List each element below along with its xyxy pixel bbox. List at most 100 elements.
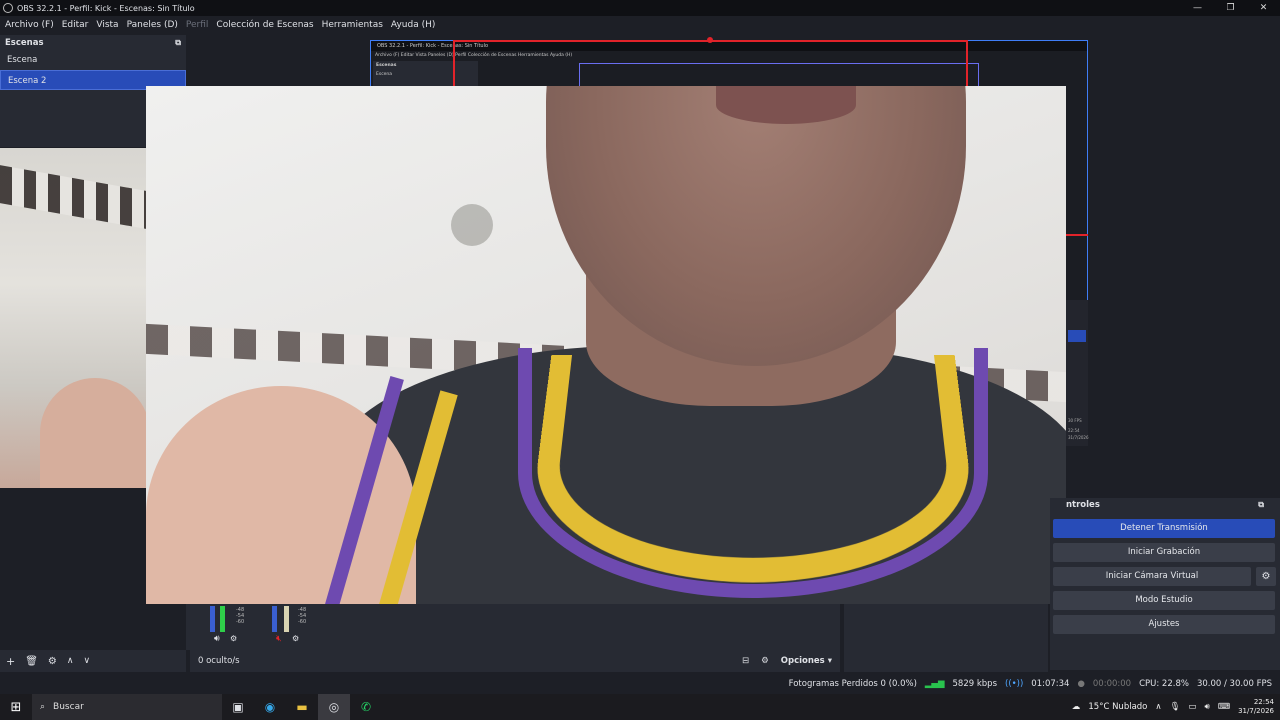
menu-perfil[interactable]: Perfil bbox=[186, 20, 209, 30]
studio-mode-button[interactable]: Modo Estudio bbox=[1053, 591, 1275, 610]
menu-bar: Archivo (F) Editar Vista Paneles (D) Per… bbox=[0, 16, 1280, 33]
controls-title: ntroles bbox=[1066, 500, 1100, 510]
start-recording-button[interactable]: Iniciar Grabación bbox=[1053, 543, 1275, 562]
move-up-icon[interactable]: ∧ bbox=[67, 656, 74, 666]
keyboard-icon[interactable]: ⌨ bbox=[1218, 702, 1230, 712]
transitions-panel bbox=[844, 604, 1048, 672]
minimize-button[interactable]: — bbox=[1181, 0, 1214, 16]
menu-ayuda[interactable]: Ayuda (H) bbox=[391, 20, 435, 30]
volume-meter-2b bbox=[284, 606, 289, 632]
maximize-button[interactable]: ❐ bbox=[1214, 0, 1247, 16]
mixer-toolbar: 0 oculto/s ⊟ ⚙ Opciones ▾ bbox=[190, 650, 840, 672]
nested-scene-item: Escena bbox=[376, 72, 393, 77]
file-explorer-icon[interactable]: ▬ bbox=[286, 694, 318, 720]
menu-paneles[interactable]: Paneles (D) bbox=[127, 20, 178, 30]
live-icon: ((•)) bbox=[1005, 679, 1024, 689]
dropped-frames: Fotogramas Perdidos 0 (0.0%) bbox=[788, 679, 917, 689]
bounding-box-right bbox=[966, 40, 968, 86]
taskbar: ⊞ ⌕ Buscar ▣ ◉ ▬ ◎ ✆ ☁ 15°C Nublado ∧ 🎙︎… bbox=[0, 694, 1280, 720]
cpu-usage: CPU: 22.8% bbox=[1139, 679, 1189, 689]
add-scene-icon[interactable]: + bbox=[6, 655, 15, 668]
wall-fixture bbox=[451, 204, 493, 246]
menu-archivo[interactable]: Archivo (F) bbox=[5, 20, 54, 30]
options-label: Opciones bbox=[780, 656, 825, 666]
start-virtual-camera-button[interactable]: Iniciar Cámara Virtual bbox=[1053, 567, 1251, 586]
chevron-down-icon: ▾ bbox=[827, 656, 832, 666]
move-down-icon[interactable]: ∨ bbox=[83, 656, 90, 666]
mixer-settings-icon-2[interactable]: ⚙ bbox=[292, 634, 299, 643]
menu-coleccion-escenas[interactable]: Colección de Escenas bbox=[216, 20, 313, 30]
advanced-audio-icon[interactable]: ⚙ bbox=[761, 656, 769, 666]
tray-chevron-icon[interactable]: ∧ bbox=[1155, 702, 1161, 712]
nested-clock-time: 22:54 bbox=[1068, 428, 1080, 433]
windows-start-icon[interactable]: ⊞ bbox=[0, 700, 32, 715]
clock-date: 31/7/2026 bbox=[1238, 707, 1274, 715]
microphone-icon[interactable]: 🎙︎ bbox=[1170, 702, 1181, 712]
menu-herramientas[interactable]: Herramientas bbox=[322, 20, 383, 30]
undock-icon[interactable]: ⧉ bbox=[1258, 500, 1264, 510]
taskbar-clock[interactable]: 22:54 31/7/2026 bbox=[1238, 698, 1274, 716]
mixer-settings-icon[interactable]: ⚙ bbox=[230, 634, 237, 643]
bitrate: 5829 kbps bbox=[952, 679, 997, 689]
scenes-toolbar: + 🗑︎ ⚙ ∧ ∨ bbox=[0, 650, 186, 672]
nested-fps: 30 FPS bbox=[1068, 418, 1082, 423]
speaker-icon[interactable]: 🔊︎ bbox=[214, 634, 220, 644]
live-time: 01:07:34 bbox=[1031, 679, 1070, 689]
menu-vista[interactable]: Vista bbox=[96, 20, 118, 30]
nested-clock-date: 31/7/2026 bbox=[1068, 435, 1089, 440]
audio-mixer: -48 -54 -60 -48 -54 -60 🔊︎ ⚙ 🔇︎ ⚙ bbox=[186, 604, 840, 650]
volume-meter-2a bbox=[272, 606, 277, 632]
stop-streaming-button[interactable]: Detener Transmisión bbox=[1053, 519, 1275, 538]
record-time: 00:00:00 bbox=[1092, 679, 1132, 689]
webcam-source-secondary[interactable] bbox=[0, 148, 150, 488]
nested-scenes-title: Escenas bbox=[376, 63, 397, 68]
weather-text[interactable]: 15°C Nublado bbox=[1088, 702, 1147, 712]
obs-logo-icon bbox=[3, 3, 13, 13]
title-bar: OBS 32.2.1 - Perfil: Kick - Escenas: Sin… bbox=[0, 0, 1280, 16]
cloud-icon: ☁ bbox=[1071, 702, 1081, 712]
obs-taskbar-icon[interactable]: ◎ bbox=[318, 694, 350, 720]
search-icon: ⌕ bbox=[40, 702, 46, 712]
nested-inner-capture bbox=[579, 63, 979, 87]
scenes-title: Escenas bbox=[5, 38, 44, 48]
signal-icon: ▂▄▆ bbox=[924, 679, 945, 689]
nested-selected-strip bbox=[1068, 330, 1086, 342]
menu-editar[interactable]: Editar bbox=[62, 20, 89, 30]
virtual-camera-settings-icon[interactable]: ⚙ bbox=[1256, 567, 1276, 586]
scene-filters-icon[interactable]: ⚙ bbox=[48, 656, 57, 667]
options-button[interactable]: Opciones ▾ bbox=[781, 656, 832, 666]
volume-meter-1b bbox=[220, 606, 225, 632]
scale-60: -60 bbox=[236, 619, 245, 625]
nested-right-edge: 30 FPS 22:54 31/7/2026 bbox=[1066, 300, 1089, 446]
record-icon: ● bbox=[1077, 679, 1085, 689]
whatsapp-icon[interactable]: ✆ bbox=[350, 694, 382, 720]
webcam-video[interactable] bbox=[146, 86, 1066, 604]
window-title: OBS 32.2.1 - Perfil: Kick - Escenas: Sin… bbox=[17, 3, 195, 13]
volume-icon[interactable]: 🔊︎ bbox=[1204, 702, 1209, 712]
nested-title: OBS 32.2.1 - Perfil: Kick - Escenas: Sin… bbox=[371, 41, 1087, 51]
settings-button[interactable]: Ajustes bbox=[1053, 615, 1275, 634]
muted-mic-icon[interactable]: 🔇︎ bbox=[276, 634, 282, 644]
volume-meter-1a bbox=[210, 606, 215, 632]
meter-scale-2: -48 -54 -60 bbox=[298, 607, 306, 625]
network-icon[interactable]: ▭ bbox=[1188, 702, 1196, 712]
search-placeholder: Buscar bbox=[53, 702, 84, 712]
meter-scale-1: -48 -54 -60 bbox=[236, 607, 244, 625]
clock-time: 22:54 bbox=[1253, 698, 1274, 706]
shoulder-shape bbox=[40, 378, 150, 488]
close-button[interactable]: ✕ bbox=[1247, 0, 1280, 16]
edge-icon[interactable]: ◉ bbox=[254, 694, 286, 720]
remove-scene-icon[interactable]: 🗑︎ bbox=[25, 656, 38, 667]
scale-60: -60 bbox=[298, 619, 307, 625]
lips bbox=[716, 86, 856, 124]
taskbar-search[interactable]: ⌕ Buscar bbox=[32, 694, 222, 720]
controls-panel: ntroles ⧉ Detener Transmisión Iniciar Gr… bbox=[1050, 498, 1280, 670]
task-view-icon[interactable]: ▣ bbox=[222, 694, 254, 720]
bounding-box-right-mid bbox=[1066, 234, 1088, 236]
status-bar: Fotogramas Perdidos 0 (0.0%) ▂▄▆ 5829 kb… bbox=[0, 675, 1280, 693]
bounding-box-left bbox=[453, 40, 455, 86]
bounding-box-handle[interactable] bbox=[707, 37, 713, 43]
scene-item[interactable]: Escena bbox=[0, 50, 186, 70]
layout-icon[interactable]: ⊟ bbox=[742, 656, 749, 666]
undock-icon[interactable]: ⧉ bbox=[175, 38, 181, 47]
